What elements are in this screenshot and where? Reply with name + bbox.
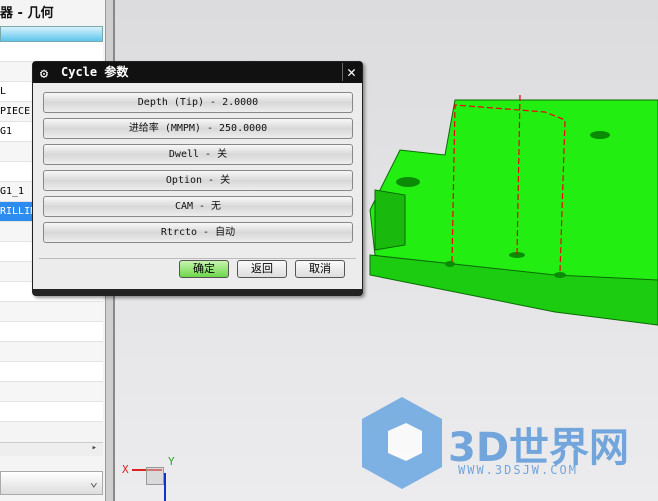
navigator-row[interactable] [0, 402, 103, 422]
watermark-logo-icon [362, 397, 442, 489]
navigator-row[interactable] [0, 42, 103, 62]
divider [39, 258, 356, 259]
dialog-titlebar[interactable]: ⚙ Cycle 参数 ✕ [33, 62, 362, 83]
watermark: 3D世界网 WWW.3DSJW.COM [360, 395, 650, 495]
cycle-parameters-dialog: ⚙ Cycle 参数 ✕ Depth (Tip) - 2.0000 进给率 (M… [32, 61, 363, 296]
navigator-row[interactable] [0, 342, 103, 362]
dialog-footer [33, 289, 362, 295]
rtrcto-button[interactable]: Rtrcto - 自动 [43, 222, 353, 243]
close-icon[interactable]: ✕ [342, 63, 360, 81]
navigator-row[interactable] [0, 382, 103, 402]
option-button[interactable]: Option - 关 [43, 170, 353, 191]
horizontal-scrollbar[interactable]: ▸ [0, 442, 103, 456]
chevron-down-icon[interactable]: ⌄ [90, 474, 98, 490]
cancel-button[interactable]: 取消 [295, 260, 345, 278]
triad-x-label: X [122, 463, 129, 476]
navigator-header [0, 26, 103, 42]
navigator-row[interactable] [0, 362, 103, 382]
gear-icon: ⚙ [39, 66, 49, 82]
view-triad: X Y [120, 455, 180, 501]
dwell-button[interactable]: Dwell - 关 [43, 144, 353, 165]
depth-button[interactable]: Depth (Tip) - 2.0000 [43, 92, 353, 113]
feedrate-button[interactable]: 进给率 (MMPM) - 250.0000 [43, 118, 353, 139]
cam-button[interactable]: CAM - 无 [43, 196, 353, 217]
scroll-right-icon[interactable]: ▸ [92, 443, 97, 453]
navigator-title: 器 - 几何 [0, 6, 54, 21]
ok-button[interactable]: 确定 [179, 260, 229, 278]
triad-y-label: Y [168, 455, 175, 468]
back-button[interactable]: 返回 [237, 260, 287, 278]
dialog-title: Cycle 参数 [61, 65, 129, 79]
navigator-row[interactable] [0, 322, 103, 342]
navigator-row[interactable] [0, 302, 103, 322]
details-panel-header[interactable]: ⌄ [0, 471, 103, 495]
watermark-url: WWW.3DSJW.COM [458, 463, 578, 477]
